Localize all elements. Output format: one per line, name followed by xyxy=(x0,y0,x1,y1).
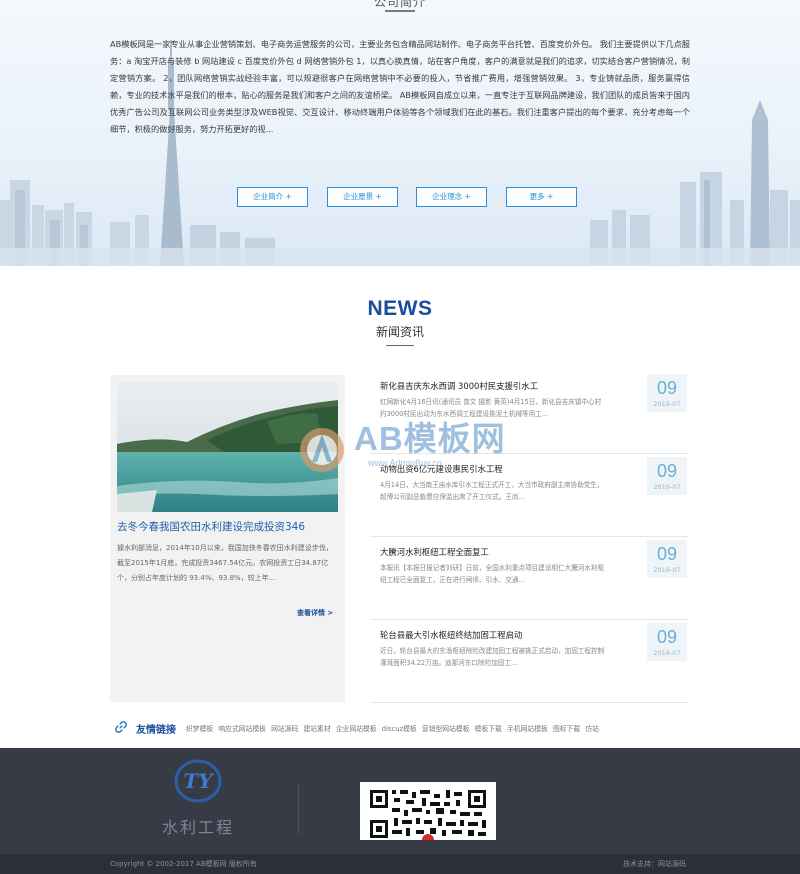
news-item-desc: 近日，轮台县最大的东渔枢纽除险改建加固工程被挑正式启动，加固工程控制灌溉面积34… xyxy=(380,647,605,667)
news-list-item[interactable]: 动物出资6亿元建设惠民引水工程 4月14日，大当南王庙水库引水工程正式开工，大当… xyxy=(370,455,688,537)
news-item-desc: 本报讯【本报日报记者刘研】日前，全国水利重点项目建设相仁大騰河水利枢纽工程已全面… xyxy=(380,564,605,584)
more-button[interactable]: 更多 + xyxy=(506,187,577,207)
copyright-text: Copyright © 2002-2017 AB模板网 版权所有 xyxy=(110,860,257,868)
company-intro-button[interactable]: 企业简介 + xyxy=(237,187,308,207)
news-date-box: 09 2016-07 xyxy=(647,457,687,495)
company-vision-button[interactable]: 企业愿景 + xyxy=(327,187,398,207)
tech-support-link[interactable]: 技术支持：网站源码 xyxy=(623,859,686,869)
news-item-title[interactable]: 新化县吉庆东水西调 3000村民支援引水工 xyxy=(380,380,538,392)
footer-logo-mark: TY xyxy=(183,769,214,793)
news-item-desc: 4月14日，大当南王庙水库引水工程正式开工，大当市政府副主席协助党生，超博公司副… xyxy=(380,481,604,501)
friend-link[interactable]: 仿站 xyxy=(585,725,599,733)
news-date-month: 2016-07 xyxy=(653,649,681,657)
friend-link[interactable]: 手机网站模板 xyxy=(507,725,548,733)
friend-link[interactable]: 图标下载 xyxy=(553,725,580,733)
friend-links-list: 织梦模板 响应式网站模板 网站源码 建站素材 企业网站模板 discuz模板 营… xyxy=(186,723,602,733)
friend-link[interactable]: 响应式网站模板 xyxy=(218,725,266,733)
news-date-day: 09 xyxy=(656,627,678,647)
friend-links-label: 友情链接 xyxy=(136,725,176,736)
news-date-box: 09 2016-07 xyxy=(647,540,687,578)
news-date-day: 09 xyxy=(656,544,678,564)
featured-news-more-link[interactable]: 查看详情 > xyxy=(297,608,333,618)
featured-news-card[interactable] xyxy=(110,375,345,702)
news-item-title[interactable]: 轮台县最大引水枢纽终结加固工程启动 xyxy=(380,629,522,641)
company-philosophy-button[interactable]: 企业理念 + xyxy=(416,187,487,207)
news-date-box: 09 2016-07 xyxy=(647,623,687,661)
footer-divider xyxy=(298,784,299,834)
friend-link[interactable]: 企业网站模板 xyxy=(336,725,377,733)
news-item-title[interactable]: 动物出资6亿元建设惠民引水工程 xyxy=(380,463,503,475)
news-list-item[interactable]: 轮台县最大引水枢纽终结加固工程启动 近日，轮台县最大的东渔枢纽除险改建加固工程被… xyxy=(370,621,688,703)
news-date-month: 2016-07 xyxy=(653,400,681,408)
about-text: AB模板网是一家专业从事企业营销策划、电子商务运营服务的公司，主要业务包含精品网… xyxy=(110,39,690,134)
featured-news-title[interactable]: 去冬今春我国农田水利建设完成投资346 xyxy=(117,519,342,534)
news-heading-underline xyxy=(386,345,414,346)
news-date-month: 2016-07 xyxy=(653,566,681,574)
about-title: 公司简介 xyxy=(373,0,426,9)
friend-link[interactable]: 模板下载 xyxy=(475,725,502,733)
friend-link[interactable]: discuz模板 xyxy=(382,725,417,733)
about-section: 公司简介 AB模板网是一家专业从事企业营销策划、电子商务运营服务的公司，主要业务… xyxy=(0,0,800,266)
friend-link[interactable]: 建站素材 xyxy=(303,725,330,733)
friend-link[interactable]: 织梦模板 xyxy=(186,725,213,733)
friend-link[interactable]: 营销型网站模板 xyxy=(422,725,470,733)
footer-logo-text: 水利工程 xyxy=(162,818,235,837)
qr-code xyxy=(360,782,496,840)
news-list-item[interactable]: 大騰河水利枢纽工程全面复工 本报讯【本报日报记者刘研】日前，全国水利重点项目建设… xyxy=(370,538,688,620)
news-date-box: 09 2016-07 xyxy=(647,374,687,412)
news-item-title[interactable]: 大騰河水利枢纽工程全面复工 xyxy=(380,546,489,558)
news-date-month: 2016-07 xyxy=(653,483,681,491)
news-date-day: 09 xyxy=(656,461,678,481)
about-title-underline xyxy=(385,10,415,12)
featured-news-desc: 據水利部消息，2014年10月以来，我国加快冬春农田水利建设步伐，截至2015年… xyxy=(117,544,333,582)
link-icon xyxy=(115,721,127,733)
news-date-day: 09 xyxy=(656,378,678,398)
news-subheading: 新闻资讯 xyxy=(375,325,424,339)
news-heading: NEWS xyxy=(367,297,433,320)
footer-logo-icon: TY xyxy=(174,759,222,803)
featured-news-image[interactable] xyxy=(117,382,338,512)
friend-link[interactable]: 网站源码 xyxy=(271,725,298,733)
news-list-item[interactable]: 新化县吉庆东水西调 3000村民支援引水工 红网新化4月16日讯(通讯员 曾文 … xyxy=(370,372,688,454)
news-item-desc: 红网新化4月16日讯(通讯员 曾文 摄影 黄英)4月15日，新化县吉庆镇中心村约… xyxy=(380,398,602,418)
